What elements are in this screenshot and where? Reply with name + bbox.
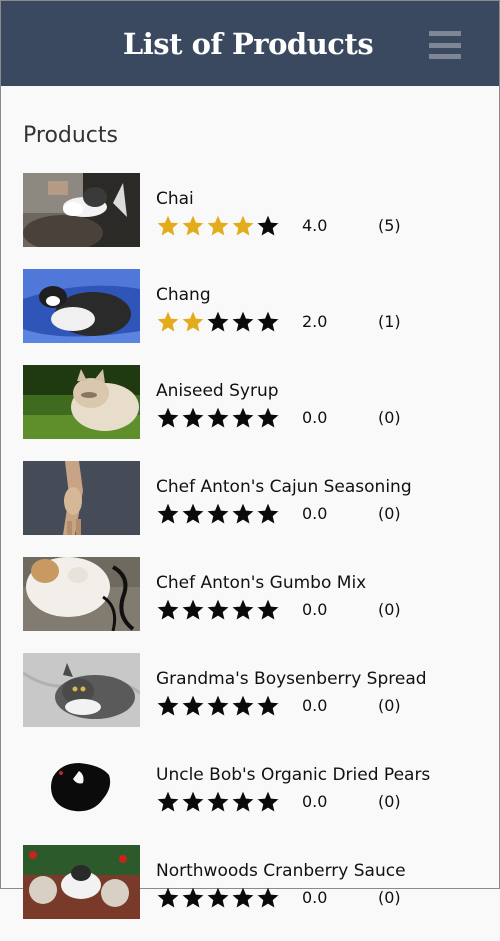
rating-count: (0) bbox=[378, 696, 401, 715]
product-name[interactable]: Chef Anton's Cajun Seasoning bbox=[156, 477, 412, 497]
product-list-item[interactable]: Chai 4.0 (5) bbox=[1, 173, 499, 269]
star-icon bbox=[156, 406, 180, 430]
star-icon bbox=[256, 598, 280, 622]
star-icon bbox=[181, 790, 205, 814]
star-rating bbox=[156, 598, 280, 622]
star-icon bbox=[181, 886, 205, 910]
product-thumbnail[interactable] bbox=[23, 749, 140, 823]
product-name[interactable]: Chai bbox=[156, 189, 194, 209]
app-header: List of Products bbox=[1, 1, 499, 86]
product-list: Chai 4.0 (5) Chang 2.0 (1) Aniseed Syrup 0.0 (… bbox=[1, 173, 499, 941]
star-icon bbox=[156, 214, 180, 238]
star-icon bbox=[181, 598, 205, 622]
product-name[interactable]: Grandma's Boysenberry Spread bbox=[156, 669, 427, 689]
rating-value: 4.0 bbox=[302, 216, 328, 235]
product-name[interactable]: Chef Anton's Gumbo Mix bbox=[156, 573, 366, 593]
star-icon bbox=[156, 694, 180, 718]
menu-bar bbox=[429, 54, 461, 59]
star-icon bbox=[231, 886, 255, 910]
star-icon bbox=[231, 406, 255, 430]
star-icon bbox=[206, 790, 230, 814]
product-thumbnail[interactable] bbox=[23, 173, 140, 247]
star-icon bbox=[206, 310, 230, 334]
rating-count: (0) bbox=[378, 408, 401, 427]
star-icon bbox=[206, 502, 230, 526]
star-icon bbox=[181, 502, 205, 526]
star-icon bbox=[181, 310, 205, 334]
star-icon bbox=[206, 214, 230, 238]
star-icon bbox=[231, 694, 255, 718]
star-icon bbox=[156, 502, 180, 526]
star-icon bbox=[181, 214, 205, 238]
star-rating bbox=[156, 886, 280, 910]
star-icon bbox=[156, 886, 180, 910]
star-rating bbox=[156, 694, 280, 718]
product-list-item[interactable]: Chef Anton's Gumbo Mix 0.0 (0) bbox=[1, 557, 499, 653]
product-thumbnail[interactable] bbox=[23, 269, 140, 343]
rating-value: 0.0 bbox=[302, 504, 328, 523]
rating-count: (1) bbox=[378, 312, 401, 331]
star-icon bbox=[231, 598, 255, 622]
star-icon bbox=[156, 598, 180, 622]
product-list-item[interactable]: Grandma's Boysenberry Spread 0.0 (0) bbox=[1, 653, 499, 749]
star-icon bbox=[256, 310, 280, 334]
product-thumbnail[interactable] bbox=[23, 845, 140, 919]
rating-value: 0.0 bbox=[302, 888, 328, 907]
menu-bar bbox=[429, 31, 461, 36]
product-name[interactable]: Chang bbox=[156, 285, 211, 305]
product-name[interactable]: Uncle Bob's Organic Dried Pears bbox=[156, 765, 430, 785]
rating-value: 0.0 bbox=[302, 696, 328, 715]
product-name[interactable]: Northwoods Cranberry Sauce bbox=[156, 861, 406, 881]
star-icon bbox=[206, 406, 230, 430]
product-list-item[interactable]: Chang 2.0 (1) bbox=[1, 269, 499, 365]
star-icon bbox=[256, 406, 280, 430]
star-rating bbox=[156, 502, 280, 526]
star-icon bbox=[256, 886, 280, 910]
rating-count: (5) bbox=[378, 216, 401, 235]
star-icon bbox=[231, 790, 255, 814]
product-thumbnail[interactable] bbox=[23, 365, 140, 439]
menu-bar bbox=[429, 42, 461, 48]
star-icon bbox=[206, 694, 230, 718]
star-icon bbox=[181, 406, 205, 430]
rating-value: 0.0 bbox=[302, 792, 328, 811]
section-heading: Products bbox=[23, 123, 118, 148]
product-name[interactable]: Aniseed Syrup bbox=[156, 381, 279, 401]
hamburger-menu-icon[interactable] bbox=[429, 31, 461, 59]
product-list-item[interactable]: Aniseed Syrup 0.0 (0) bbox=[1, 365, 499, 461]
star-rating bbox=[156, 214, 280, 238]
product-thumbnail[interactable] bbox=[23, 461, 140, 535]
star-icon bbox=[206, 598, 230, 622]
product-list-item[interactable]: Uncle Bob's Organic Dried Pears 0.0 (0) bbox=[1, 749, 499, 845]
star-icon bbox=[256, 502, 280, 526]
page-title: List of Products bbox=[122, 26, 374, 61]
star-icon bbox=[256, 694, 280, 718]
star-icon bbox=[256, 790, 280, 814]
star-icon bbox=[206, 886, 230, 910]
star-icon bbox=[231, 214, 255, 238]
product-list-item[interactable]: Northwoods Cranberry Sauce 0.0 (0) bbox=[1, 845, 499, 941]
star-icon bbox=[156, 790, 180, 814]
star-icon bbox=[231, 502, 255, 526]
rating-count: (0) bbox=[378, 792, 401, 811]
star-rating bbox=[156, 406, 280, 430]
product-thumbnail[interactable] bbox=[23, 653, 140, 727]
star-rating bbox=[156, 310, 280, 334]
rating-count: (0) bbox=[378, 888, 401, 907]
product-list-item[interactable]: Chef Anton's Cajun Seasoning 0.0 (0) bbox=[1, 461, 499, 557]
rating-count: (0) bbox=[378, 600, 401, 619]
rating-value: 0.0 bbox=[302, 600, 328, 619]
star-rating bbox=[156, 790, 280, 814]
star-icon bbox=[256, 214, 280, 238]
rating-count: (0) bbox=[378, 504, 401, 523]
rating-value: 0.0 bbox=[302, 408, 328, 427]
star-icon bbox=[156, 310, 180, 334]
star-icon bbox=[231, 310, 255, 334]
rating-value: 2.0 bbox=[302, 312, 328, 331]
star-icon bbox=[181, 694, 205, 718]
product-thumbnail[interactable] bbox=[23, 557, 140, 631]
